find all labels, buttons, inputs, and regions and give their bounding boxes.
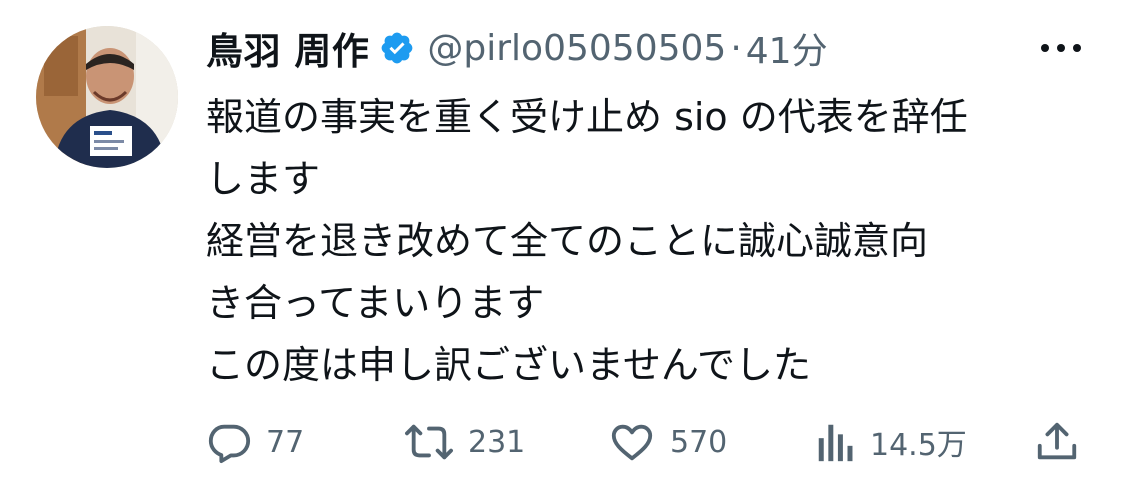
reply-icon — [206, 419, 252, 465]
retweet-icon — [404, 419, 454, 465]
tweet-text-line: 経営を退き改めて全てのことに誠心誠意向 — [206, 219, 929, 263]
verified-badge-icon — [379, 30, 415, 66]
share-icon — [1034, 419, 1080, 465]
handle[interactable]: @pirlo05050505 — [427, 28, 726, 69]
tweet-text-line: この度は申し訳ございませんでした — [206, 343, 811, 387]
share-button[interactable] — [1034, 414, 1080, 470]
tweet-text-line: き合ってまいります — [206, 281, 545, 325]
view-count: 14.5万 — [870, 428, 967, 463]
tweet-text: 報道の事実を重く受け止め sio の代表を辞任 します 経営を退き改めて全てのこ… — [206, 86, 1106, 396]
timestamp[interactable]: 41分 — [746, 22, 828, 74]
reply-count: 77 — [266, 424, 305, 460]
views-button[interactable]: 14.5万 — [816, 414, 967, 470]
more-horizontal-icon[interactable] — [1036, 30, 1086, 66]
retweet-count: 231 — [468, 424, 526, 460]
like-button[interactable]: 570 — [608, 414, 727, 470]
tweet-text-line: します — [206, 157, 321, 201]
views-bar-chart-icon — [816, 419, 856, 465]
tweet-header: 鳥羽 周作 @pirlo05050505 · 41分 — [206, 22, 828, 74]
tweet-text-line: 報道の事実を重く受け止め sio の代表を辞任 — [206, 95, 968, 139]
separator-dot: · — [730, 27, 742, 69]
display-name[interactable]: 鳥羽 周作 — [206, 21, 369, 75]
tweet-actions: 77 231 570 14.5万 — [206, 414, 1086, 470]
avatar[interactable] — [36, 26, 178, 168]
like-count: 570 — [670, 424, 728, 460]
retweet-button[interactable]: 231 — [404, 414, 525, 470]
tweet-card[interactable]: 鳥羽 周作 @pirlo05050505 · 41分 報道の事実を重く受け止め … — [0, 0, 1125, 493]
reply-button[interactable]: 77 — [206, 414, 304, 470]
heart-icon — [608, 419, 656, 465]
avatar-image — [36, 26, 178, 168]
